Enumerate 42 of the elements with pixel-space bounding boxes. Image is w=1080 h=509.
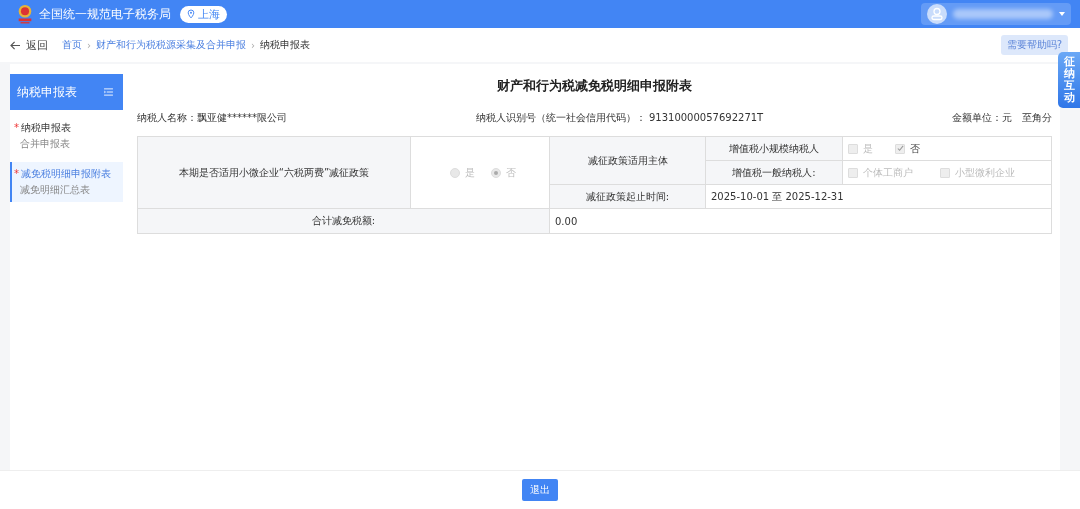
table-cell: 2025-10-01 至 2025-12-31 bbox=[706, 185, 1052, 209]
side-tab[interactable]: 征纳互动 bbox=[1058, 52, 1080, 109]
taxpayer-id: 纳税人识别号（统一社会信用代码）： 91310000057692271T bbox=[475, 111, 764, 125]
breadcrumb-link[interactable]: 财产和行为税税源采集及合并申报 bbox=[96, 38, 246, 52]
table-cell: 减征政策起止时间: bbox=[550, 185, 706, 209]
required-mark: * bbox=[14, 122, 19, 133]
radio-option[interactable]: 是 bbox=[449, 165, 475, 180]
table-cell: 增值税小规模纳税人 bbox=[706, 137, 843, 161]
sidebar-item[interactable]: * 纳税申报表 合并申报表 bbox=[10, 116, 123, 156]
site-title: 全国统一规范电子税务局 bbox=[39, 5, 171, 23]
form-title: 财产和行为税减免税明细申报附表 bbox=[496, 77, 693, 95]
table-cell: 0.00 bbox=[550, 209, 1052, 234]
caret-icon bbox=[1059, 12, 1065, 16]
location-icon bbox=[187, 9, 195, 19]
chevron-icon: › bbox=[251, 39, 255, 51]
checkbox-option[interactable]: 否 bbox=[895, 141, 920, 156]
table-cell: 减征政策适用主体 bbox=[550, 137, 706, 185]
breadcrumb-current: 纳税申报表 bbox=[260, 38, 310, 52]
amount-unit: 金额单位：元 至角分 bbox=[952, 111, 1052, 125]
sidebar-item[interactable]: * 减免税明细申报附表 减免明细汇总表 bbox=[10, 162, 123, 202]
table-cell: 本期是否适用小微企业“六税两费”减征政策 bbox=[138, 137, 411, 209]
exit-button[interactable]: 退出 bbox=[522, 479, 558, 501]
chevron-icon: › bbox=[87, 39, 91, 51]
table-cell: 增值税一般纳税人: bbox=[706, 161, 843, 185]
item-label: 减免税明细申报附表 bbox=[21, 168, 111, 179]
help-bubble[interactable]: 需要帮助吗? bbox=[1000, 35, 1068, 55]
region-button[interactable]: 上海 bbox=[180, 5, 227, 23]
list-icon bbox=[104, 88, 113, 96]
table-cell: 合计减免税额: bbox=[138, 209, 550, 234]
back-button[interactable]: 返回 bbox=[10, 37, 48, 53]
item-label: 纳税申报表 bbox=[21, 122, 71, 133]
arrow-left-icon bbox=[10, 40, 21, 50]
required-mark: * bbox=[14, 168, 19, 179]
breadcrumb-link[interactable]: 首页 bbox=[62, 38, 82, 52]
emblem-icon bbox=[16, 3, 34, 25]
sidebar-title: 纳税申报表 bbox=[17, 83, 77, 101]
avatar-icon bbox=[927, 4, 947, 24]
item-subtitle: 减免明细汇总表 bbox=[20, 183, 91, 197]
taxpayer-name: 纳税人名称：飘亚健******限公司 bbox=[137, 111, 287, 125]
user-menu[interactable] bbox=[921, 3, 1071, 25]
item-subtitle: 合并申报表 bbox=[20, 137, 71, 151]
checkbox-option[interactable]: 是 bbox=[848, 141, 873, 156]
